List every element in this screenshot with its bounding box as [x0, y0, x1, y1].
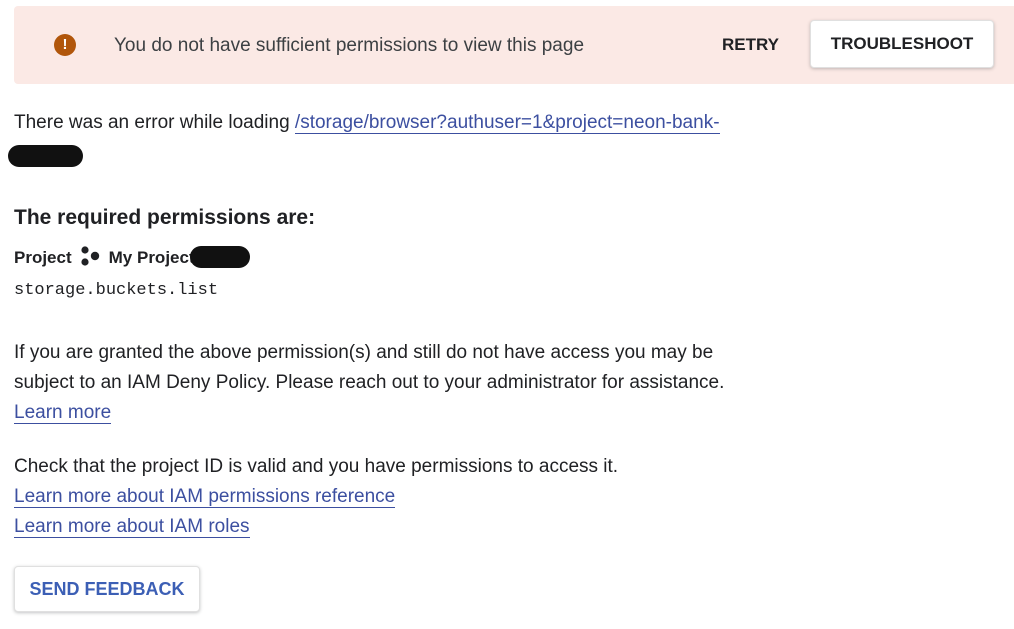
learn-more-link[interactable]: Learn more	[14, 402, 112, 424]
project-name: My Project	[108, 248, 195, 267]
banner-message: You do not have sufficient permissions t…	[114, 35, 585, 56]
check-project-text: Check that the project ID is valid and y…	[14, 456, 619, 477]
learn-more-row: Learn more	[14, 398, 112, 428]
send-feedback-button[interactable]: SEND FEEDBACK	[14, 566, 200, 612]
required-permissions-heading: The required permissions are:	[14, 206, 316, 229]
project-hexagon-icon	[80, 245, 102, 271]
redacted-url-suffix	[8, 145, 83, 167]
retry-button[interactable]: RETRY	[708, 28, 793, 62]
deny-policy-line-2: subject to an IAM Deny Policy. Please re…	[14, 372, 725, 393]
deny-policy-line-1: If you are granted the above permission(…	[14, 342, 714, 363]
project-scope-row: Project My Project	[14, 245, 195, 271]
iam-permissions-row: Learn more about IAM permissions referen…	[14, 482, 396, 512]
iam-permissions-reference-link[interactable]: Learn more about IAM permissions referen…	[14, 486, 396, 508]
error-message: There was an error while loading /storag…	[14, 112, 720, 134]
scope-label: Project	[14, 248, 72, 267]
error-url-link[interactable]: /storage/browser?authuser=1&project=neon…	[294, 112, 720, 134]
iam-roles-row: Learn more about IAM roles	[14, 512, 250, 542]
error-prefix: There was an error while loading	[14, 112, 290, 133]
permission-name: storage.buckets.list	[14, 281, 219, 300]
troubleshoot-button[interactable]: TROUBLESHOOT	[810, 20, 994, 68]
permission-error-banner: ! You do not have sufficient permissions…	[14, 6, 1014, 84]
warning-icon: !	[54, 34, 76, 56]
redacted-project-suffix	[190, 246, 250, 268]
iam-roles-link[interactable]: Learn more about IAM roles	[14, 516, 250, 538]
